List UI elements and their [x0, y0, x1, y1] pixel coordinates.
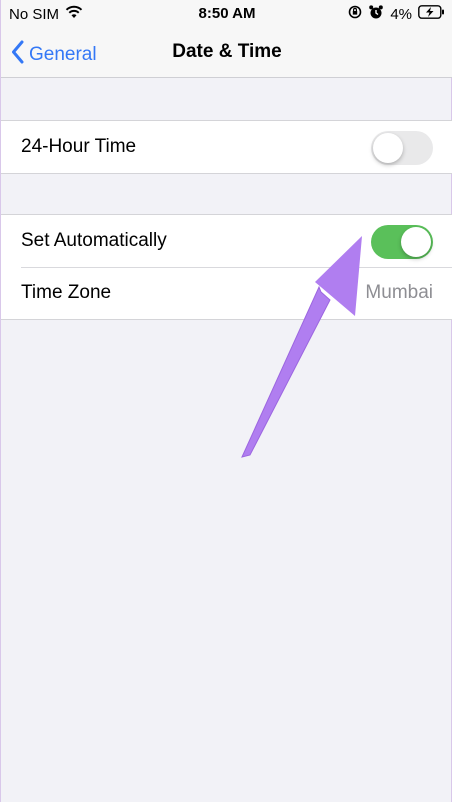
navigation-bar: General Date & Time [1, 28, 452, 78]
status-bar: No SIM 8:50 AM 4% [1, 0, 452, 28]
setting-row-set-automatically: Set Automatically [1, 215, 452, 267]
time-zone-value: Mumbai [365, 282, 433, 303]
settings-group-time-format: 24-Hour Time [1, 120, 452, 174]
toggle-24-hour-time[interactable] [371, 131, 433, 165]
setting-row-time-zone[interactable]: Time Zone Mumbai [1, 267, 452, 319]
battery-charging-icon [418, 5, 445, 23]
alarm-icon [368, 4, 384, 24]
battery-percentage: 4% [390, 5, 412, 23]
page-title: Date & Time [172, 41, 282, 62]
setting-label-set-automatically: Set Automatically [21, 230, 167, 251]
setting-label-24-hour-time: 24-Hour Time [21, 136, 137, 157]
orientation-lock-icon [348, 5, 362, 23]
setting-row-24-hour-time: 24-Hour Time [1, 121, 452, 173]
toggle-knob [373, 133, 403, 163]
setting-label-time-zone: Time Zone [21, 282, 112, 303]
toggle-set-automatically[interactable] [371, 225, 433, 259]
toggle-knob [401, 227, 431, 257]
status-right: 4% [348, 4, 445, 24]
settings-group-auto-time: Set Automatically Time Zone Mumbai [1, 214, 452, 320]
